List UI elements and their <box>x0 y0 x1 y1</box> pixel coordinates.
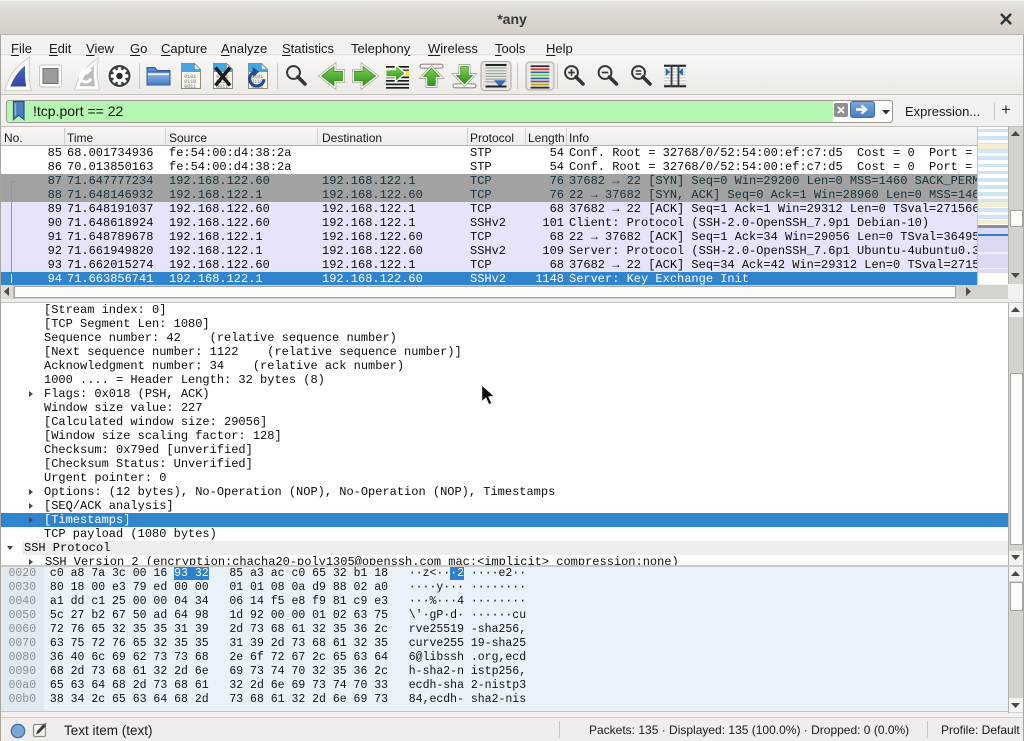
svg-text:0011: 0011 <box>184 84 196 90</box>
